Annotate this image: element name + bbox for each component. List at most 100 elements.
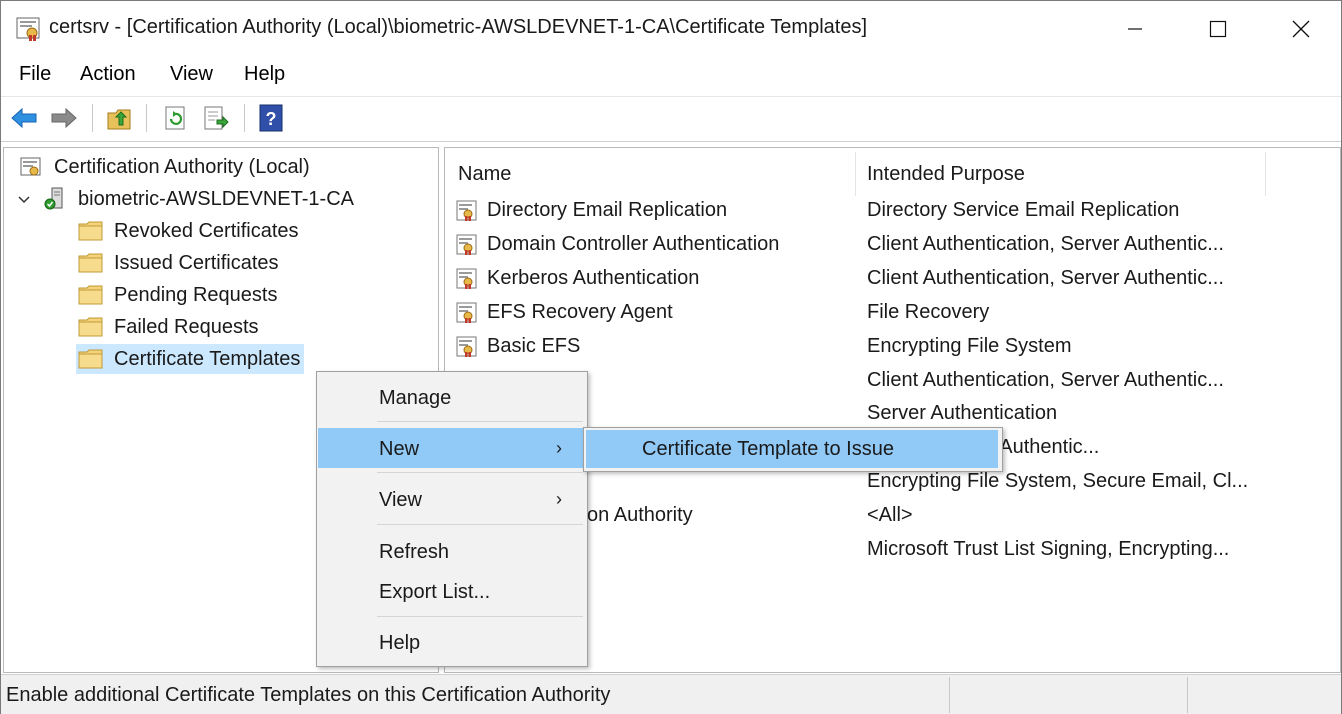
help-button[interactable]: ? [256, 103, 286, 133]
toolbar: ? [1, 96, 1341, 142]
certificate-template-icon [455, 301, 479, 325]
column-divider[interactable] [855, 152, 856, 196]
intended-purpose: Client Authentication, Server Authentic.… [867, 232, 1224, 255]
export-list-icon [204, 106, 229, 130]
menu-separator [377, 616, 583, 617]
up-one-level-button[interactable] [105, 103, 135, 133]
status-bar: Enable additional Certificate Templates … [1, 674, 1341, 714]
forward-button[interactable] [49, 103, 79, 133]
certsrv-app-icon [15, 15, 43, 43]
up-folder-icon [107, 109, 131, 130]
intended-purpose: Directory Service Email Replication [867, 199, 1180, 221]
intended-purpose: File Recovery [867, 300, 990, 323]
template-name: Domain Controller Authentication [487, 232, 780, 255]
folder-icon [78, 315, 104, 339]
intended-purpose: <All> [867, 504, 913, 527]
export-list-button[interactable] [201, 103, 231, 133]
status-separator [1187, 677, 1188, 713]
folder-icon [78, 347, 104, 371]
minimize-icon [1128, 27, 1142, 30]
list-row[interactable]: Directory Email Replication Directory Ser… [453, 196, 1333, 226]
collapse-chevron-icon[interactable] [16, 192, 32, 208]
context-menu-refresh[interactable]: Refresh [318, 531, 586, 571]
tree-item-label: Pending Requests [114, 283, 278, 306]
context-menu: Manage New › View › Refresh Export List.… [316, 371, 588, 667]
tree-item-label: Certificate Templates [114, 347, 301, 370]
svg-text:?: ? [266, 109, 277, 129]
context-menu-manage[interactable]: Manage [318, 377, 586, 417]
mmc-window: certsrv - [Certification Authority (Loca… [0, 0, 1342, 714]
close-button[interactable] [1259, 1, 1342, 56]
context-menu-new[interactable]: New › [318, 428, 586, 468]
folder-icon [78, 251, 104, 275]
menu-action[interactable]: Action [80, 63, 136, 86]
menu-separator [377, 472, 583, 473]
toolbar-separator [244, 104, 245, 132]
folder-icon [78, 219, 104, 243]
context-menu-view[interactable]: View › [318, 479, 586, 519]
submenu-certificate-template-to-issue[interactable]: Certificate Template to Issue [586, 430, 998, 468]
refresh-button[interactable] [161, 103, 191, 133]
tree-item-pending-requests[interactable]: Pending Requests [78, 280, 277, 310]
menu-view[interactable]: View [170, 63, 213, 86]
certificate-authority-icon [18, 155, 44, 179]
title-bar[interactable]: certsrv - [Certification Authority (Loca… [1, 1, 1341, 56]
tree-item-label: Revoked Certificates [114, 219, 299, 242]
new-submenu: Certificate Template to Issue [583, 427, 1003, 472]
intended-purpose: Server Authentication [867, 402, 1058, 425]
certificate-template-icon [455, 199, 479, 223]
list-row[interactable]: EFS Recovery Agent File Recovery [453, 298, 1333, 328]
tree-item-failed-requests[interactable]: Failed Requests [78, 312, 259, 342]
template-name: Kerberos Authentication [487, 266, 700, 289]
context-menu-export-list[interactable]: Export List... [318, 571, 586, 611]
certificate-template-icon [455, 233, 479, 257]
intended-purpose: Client Authentication, Server Authentic.… [867, 266, 1224, 289]
close-icon [1292, 20, 1310, 37]
ca-server-icon [42, 187, 68, 211]
tree-item-certificate-templates[interactable]: Certificate Templates [76, 344, 305, 374]
context-menu-help[interactable]: Help [318, 622, 586, 662]
tree-item-revoked-certificates[interactable]: Revoked Certificates [78, 216, 299, 246]
intended-purpose: Client Authentication, Server Authentic.… [867, 368, 1224, 391]
intended-purpose: Microsoft Trust List Signing, Encrypting… [867, 538, 1230, 560]
forward-arrow-icon [51, 107, 77, 129]
menu-file[interactable]: File [19, 63, 51, 86]
menu-separator [377, 524, 583, 525]
tree-item-issued-certificates[interactable]: Issued Certificates [78, 248, 279, 278]
help-icon: ? [259, 104, 283, 132]
certificate-template-icon [455, 335, 479, 359]
column-header-intended-purpose[interactable]: Intended Purpose [867, 154, 1025, 194]
back-button[interactable] [9, 103, 39, 133]
status-text: Enable additional Certificate Templates … [6, 684, 611, 706]
submenu-arrow-icon: › [556, 489, 562, 509]
column-header-name[interactable]: Name [458, 154, 511, 194]
toolbar-separator [146, 104, 147, 132]
toolbar-separator [92, 104, 93, 132]
tree-item-ca[interactable]: biometric-AWSLDEVNET-1-CA [42, 184, 354, 214]
maximize-icon [1209, 20, 1227, 37]
folder-icon [78, 283, 104, 307]
window-title: certsrv - [Certification Authority (Loca… [49, 16, 868, 38]
template-name: EFS Recovery Agent [487, 300, 673, 323]
list-row[interactable]: Domain Controller Authentication Client A… [453, 230, 1333, 260]
column-divider[interactable] [1265, 152, 1266, 196]
menu-bar: File Action View Help [1, 57, 1341, 93]
minimize-button[interactable] [1093, 1, 1177, 56]
tree-item-label: Failed Requests [114, 315, 259, 338]
submenu-arrow-icon: › [556, 438, 562, 458]
list-row[interactable]: Basic EFS Encrypting File System [453, 332, 1333, 362]
intended-purpose: Encrypting File System [867, 334, 1072, 357]
tree-root-label: Certification Authority (Local) [54, 155, 310, 178]
tree-root[interactable]: Certification Authority (Local) [18, 152, 310, 182]
back-arrow-icon [11, 107, 37, 129]
template-name: Directory Email Replication [487, 199, 728, 221]
refresh-icon [165, 106, 185, 130]
menu-help[interactable]: Help [244, 63, 285, 86]
tree-ca-label: biometric-AWSLDEVNET-1-CA [78, 187, 354, 210]
intended-purpose: Encrypting File System, Secure Email, Cl… [867, 470, 1249, 493]
template-name: Basic EFS [487, 334, 581, 357]
maximize-button[interactable] [1176, 1, 1260, 56]
tree-item-label: Issued Certificates [114, 251, 279, 274]
status-separator [949, 677, 950, 713]
list-row[interactable]: Kerberos Authentication Client Authentica… [453, 264, 1333, 294]
